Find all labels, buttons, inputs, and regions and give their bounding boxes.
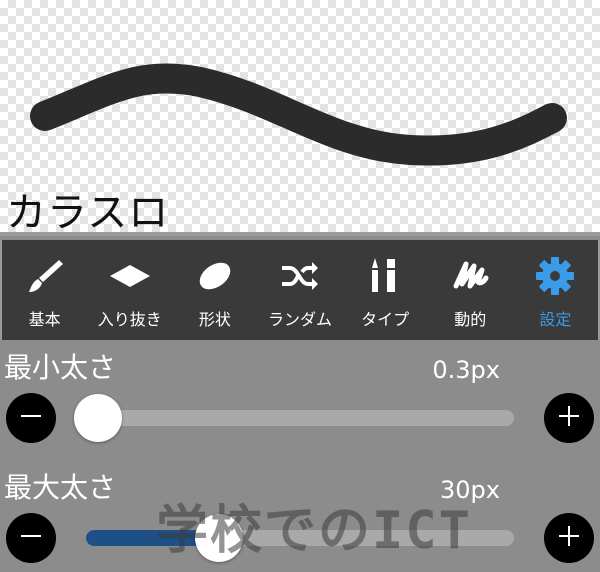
tab-dynamic[interactable]: 動的 <box>428 240 513 340</box>
tab-entry-exit-label: 入り抜き <box>97 310 162 329</box>
brush-icon <box>23 256 67 296</box>
max-size-increase-button[interactable] <box>544 513 594 563</box>
tab-shape[interactable]: 形状 <box>172 240 257 340</box>
tab-random[interactable]: ランダム <box>257 240 342 340</box>
tab-basic[interactable]: 基本 <box>2 240 87 340</box>
tab-shape-label: 形状 <box>198 310 231 329</box>
tab-type[interactable]: タイプ <box>343 240 428 340</box>
min-size-decrease-button[interactable] <box>6 393 56 443</box>
min-size-value: 0.3px <box>432 356 500 384</box>
gear-icon <box>533 256 577 296</box>
max-size-decrease-button[interactable] <box>6 513 56 563</box>
max-size-slider-track[interactable] <box>86 530 514 546</box>
brush-name-label: カラスロ <box>6 190 170 236</box>
min-size-slider-track[interactable] <box>86 410 514 426</box>
minus-icon <box>19 404 43 432</box>
ellipse-icon <box>193 256 237 296</box>
tab-basic-label: 基本 <box>28 310 61 329</box>
diamond-icon <box>108 256 152 296</box>
squiggle-icon <box>448 256 492 296</box>
settings-panel: 最小太さ 0.3px 最大太さ 30px <box>0 340 600 572</box>
brush-preview-canvas: カラスロ <box>0 0 600 236</box>
tab-dynamic-label: 動的 <box>454 310 487 329</box>
min-size-slider-thumb[interactable] <box>74 394 122 442</box>
max-size-label: 最大太さ <box>4 471 117 504</box>
tab-type-label: タイプ <box>361 310 410 329</box>
brush-tips-icon <box>363 256 407 296</box>
tab-random-label: ランダム <box>267 310 332 329</box>
shuffle-icon <box>278 256 322 296</box>
minus-icon <box>19 524 43 552</box>
brush-settings-tabbar: 基本 入り抜き 形状 ランダム タイプ 動的 設定 <box>0 240 600 340</box>
tab-entry-exit[interactable]: 入り抜き <box>87 240 172 340</box>
plus-icon <box>557 404 581 432</box>
tab-settings[interactable]: 設定 <box>513 240 598 340</box>
min-size-increase-button[interactable] <box>544 393 594 443</box>
tab-settings-label: 設定 <box>539 310 572 329</box>
plus-icon <box>557 524 581 552</box>
max-size-value: 30px <box>440 476 500 504</box>
min-size-label: 最小太さ <box>4 351 117 384</box>
max-size-slider-thumb[interactable] <box>195 514 244 562</box>
